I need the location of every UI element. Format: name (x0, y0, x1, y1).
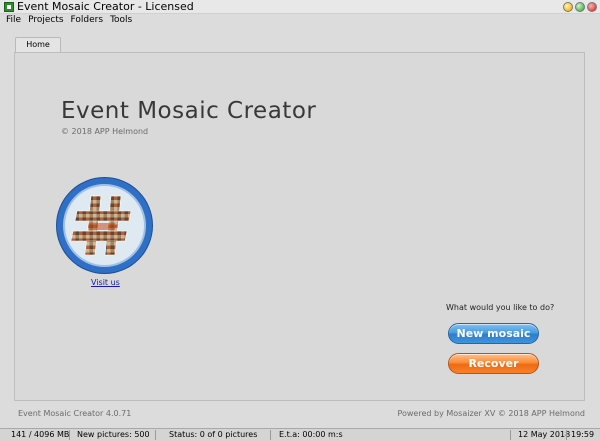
status-eta: E.t.a: 00:00 m:s (279, 430, 343, 439)
close-button[interactable] (587, 2, 597, 12)
menu-projects[interactable]: Projects (25, 14, 67, 27)
visit-us-link[interactable]: Visit us (91, 278, 120, 287)
menu-bar: File Projects Folders Tools (0, 14, 600, 27)
page-title: Event Mosaic Creator (61, 98, 317, 124)
minimize-button[interactable] (563, 2, 573, 12)
status-time: 19:59 (571, 430, 595, 439)
action-prompt: What would you like to do? (446, 303, 555, 312)
title-bar: Event Mosaic Creator - Licensed (0, 0, 600, 14)
status-bar: 141 / 4096 MB New pictures: 500 Status: … (0, 428, 600, 441)
status-date: 12 May 2018 (518, 430, 571, 439)
status-new-pictures: New pictures: 500 (77, 430, 150, 439)
status-separator (270, 430, 271, 440)
window-controls (563, 2, 597, 12)
hash-mosaic-icon (70, 195, 132, 256)
version-text: Event Mosaic Creator 4.0.71 (18, 409, 132, 418)
window-title: Event Mosaic Creator - Licensed (17, 0, 194, 13)
tab-home[interactable]: Home (15, 37, 61, 52)
copyright-text: © 2018 APP Helmond (61, 127, 149, 136)
recover-button[interactable]: Recover (448, 353, 539, 374)
powered-by-text: Powered by Mosaizer XV © 2018 APP Helmon… (397, 409, 585, 418)
status-separator (69, 430, 70, 440)
mosaic-logo-face (63, 184, 146, 267)
app-icon (4, 2, 14, 12)
menu-tools[interactable]: Tools (107, 14, 136, 27)
status-separator (155, 430, 156, 440)
status-separator (566, 430, 567, 440)
mosaic-logo[interactable] (57, 178, 152, 273)
status-separator (510, 430, 511, 440)
status-progress: Status: 0 of 0 pictures (169, 430, 258, 439)
status-memory: 141 / 4096 MB (11, 430, 70, 439)
menu-folders[interactable]: Folders (68, 14, 108, 27)
menu-file[interactable]: File (3, 14, 25, 27)
maximize-button[interactable] (575, 2, 585, 12)
new-mosaic-button[interactable]: New mosaic (448, 323, 539, 344)
